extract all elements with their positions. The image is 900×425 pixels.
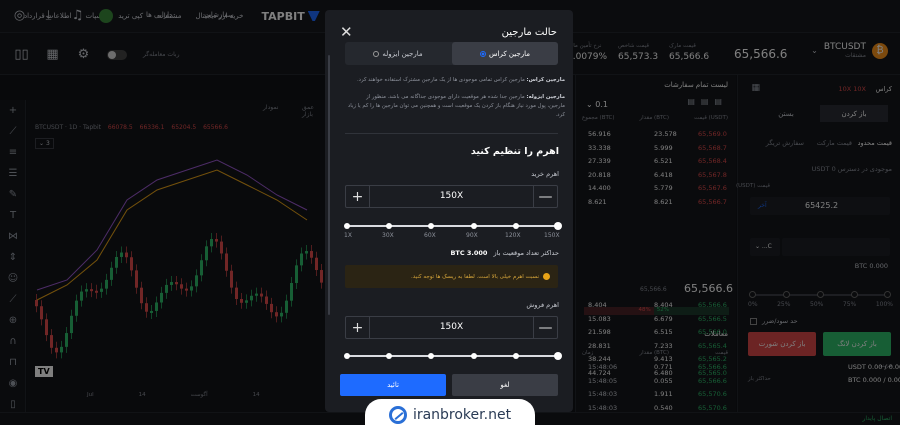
slider-dot[interactable] [513, 352, 519, 359]
increase-buy-leverage-button[interactable]: + [346, 186, 370, 207]
slider-dot[interactable] [386, 222, 392, 229]
sell-leverage-label: اهرم فروش [526, 301, 559, 309]
leverage-tick: 150X [544, 232, 560, 239]
slider-dot[interactable] [471, 352, 477, 359]
leverage-tick: 90X [466, 232, 478, 239]
decrease-sell-leverage-button[interactable]: — [533, 317, 557, 338]
cross-label: مارجین کراس [489, 49, 530, 58]
dialog-title: حالت مارجین [501, 27, 557, 38]
leverage-tick: 1X [344, 232, 352, 239]
iranbroker-logo-icon [388, 406, 407, 424]
cross-description: مارجین کراس: مارجین کراس تمامی موجودی ها… [347, 76, 565, 85]
decrease-buy-leverage-button[interactable]: — [533, 186, 557, 207]
slider-dot[interactable] [344, 222, 350, 229]
watermark: iranbroker.net [365, 399, 535, 425]
buy-leverage-stepper: + 150X — [345, 185, 558, 208]
iso-desc-title: مارجین ایزوله: [526, 94, 565, 100]
isolated-label: مارجین ایزوله [382, 49, 423, 58]
divider [345, 133, 558, 134]
slider-handle[interactable] [554, 221, 562, 230]
slider-dot[interactable] [471, 222, 477, 229]
increase-sell-leverage-button[interactable]: + [346, 317, 370, 338]
leverage-tick: 30X [382, 232, 394, 239]
isolated-margin-option[interactable]: مارجین ایزوله [345, 42, 451, 65]
cancel-button[interactable]: لغو [452, 374, 558, 396]
slider-dot[interactable] [513, 222, 519, 229]
confirm-button[interactable]: تائید [340, 374, 446, 396]
slider-handle[interactable] [554, 351, 562, 360]
isolated-description: مارجین ایزوله: مارجین جدا شده هر موقعیت … [347, 93, 565, 120]
watermark-text: iranbroker.net [412, 407, 512, 423]
warning-icon [543, 273, 550, 280]
max-position-label: حداکثر تعداد موقعیت باز [493, 249, 560, 257]
max-position: حداکثر تعداد موقعیت باز BTC 3.000 [450, 249, 559, 257]
sell-leverage-value[interactable]: 150X [370, 322, 533, 332]
dialog-scrollbar[interactable] [328, 55, 330, 315]
cross-desc-title: مارجین کراس: [526, 77, 565, 83]
margin-mode-dialog: حالت مارجین ✕ مارجین ایزوله مارجین کراس … [325, 10, 573, 412]
radio-icon [373, 50, 380, 57]
radio-selected-icon [480, 50, 487, 57]
leverage-tick: 60X [424, 232, 436, 239]
slider-dot[interactable] [344, 352, 350, 359]
sell-leverage-stepper: + 150X — [345, 316, 558, 339]
slider-dot[interactable] [428, 352, 434, 359]
cross-desc-text: مارجین کراس تمامی موجودی ها از یک مارجین… [357, 77, 525, 83]
leverage-warning: نسبت اهرم خیلی بالا است. لطفا به ریسک ها… [345, 265, 558, 288]
max-position-value: BTC 3.000 [450, 249, 488, 257]
slider-dot[interactable] [386, 352, 392, 359]
cross-margin-option[interactable]: مارجین کراس [452, 42, 558, 65]
sell-leverage-slider[interactable] [344, 351, 562, 360]
buy-leverage-value[interactable]: 150X [370, 191, 533, 201]
buy-leverage-slider[interactable] [344, 221, 562, 230]
close-icon[interactable]: ✕ [340, 23, 353, 41]
slider-dot[interactable] [428, 222, 434, 229]
warning-text: نسبت اهرم خیلی بالا است. لطفا به ریسک ها… [411, 273, 539, 280]
leverage-title: اهرم را تنظیم کنید [470, 146, 559, 157]
leverage-tick: 120X [505, 232, 521, 239]
margin-mode-selector: مارجین ایزوله مارجین کراس [345, 42, 558, 65]
buy-leverage-label: اهرم خرید [531, 170, 559, 178]
